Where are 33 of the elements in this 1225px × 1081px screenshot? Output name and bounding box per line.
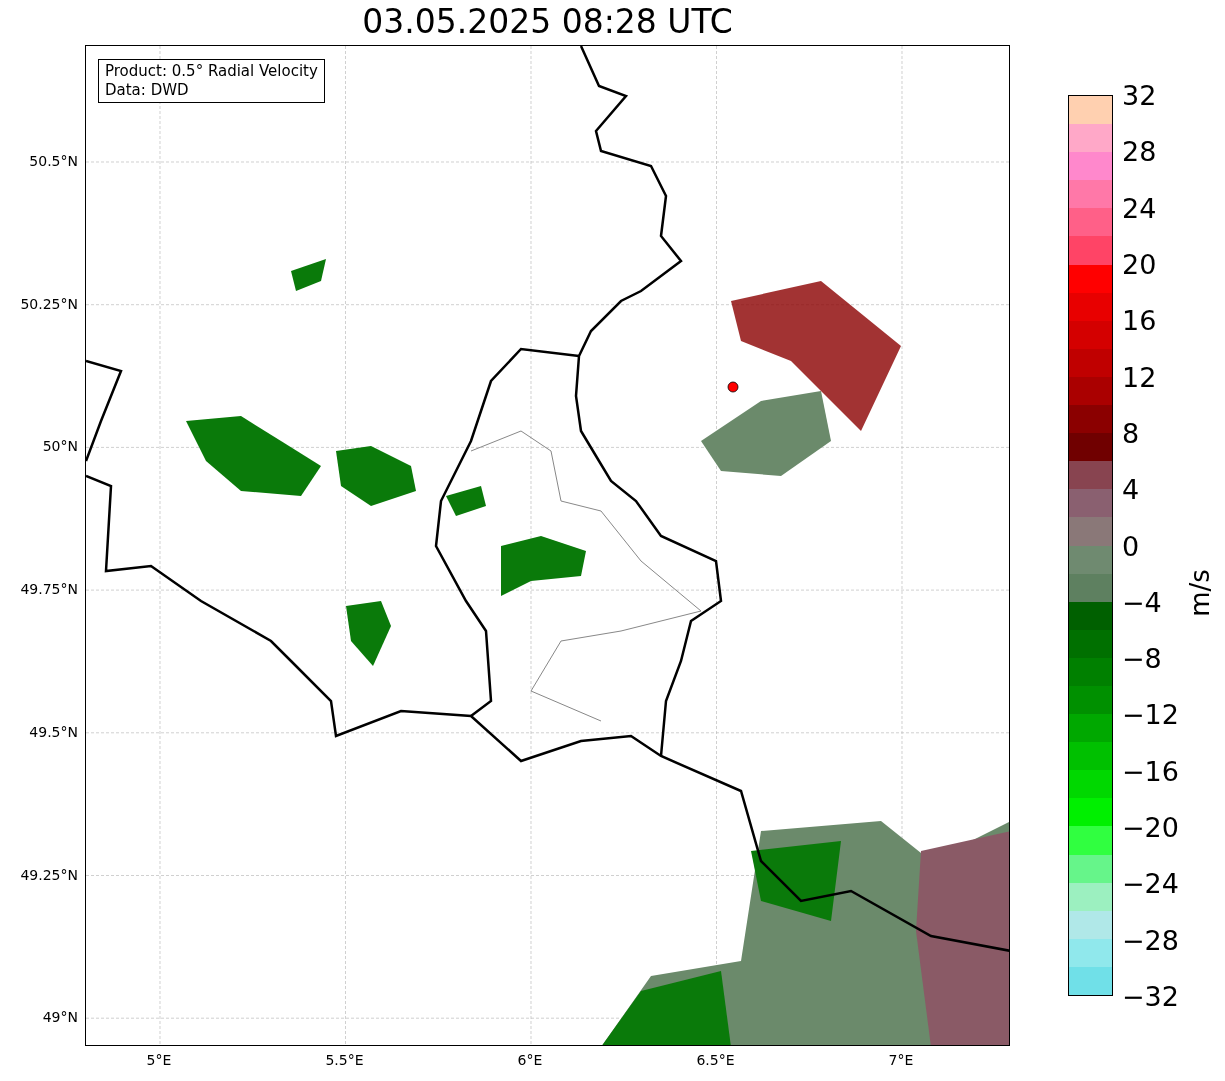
colorbar-tick-label: 16 — [1122, 304, 1157, 336]
longitude-label: 6.5°E — [696, 1052, 735, 1068]
latitude-label: 50.25°N — [20, 295, 78, 312]
latitude-label: 50°N — [42, 438, 78, 455]
colorbar-tick-label: −16 — [1122, 755, 1179, 787]
colorbar-tick-label: 8 — [1122, 417, 1140, 449]
colorbar-tick-label: 4 — [1122, 473, 1140, 505]
colorbar-tick-label: −12 — [1122, 698, 1179, 730]
colorbar-tick-label: 12 — [1122, 361, 1157, 393]
colorbar-tick-label: −8 — [1122, 642, 1162, 674]
colorbar-tick-label: 24 — [1122, 192, 1157, 224]
colorbar-label: m/s — [1185, 569, 1215, 617]
colorbar-tick-label: 20 — [1122, 248, 1157, 280]
latitude-label: 50.5°N — [29, 153, 78, 169]
latitude-label: 49.5°N — [29, 723, 78, 740]
colorbar-tick-label: −4 — [1122, 586, 1162, 618]
legend-text: Product: 0.5° Radial Velocity — [105, 62, 318, 81]
longitude-label: 7°E — [888, 1052, 914, 1068]
colorbar-tick-label: −20 — [1122, 811, 1179, 843]
latitude-label: 49.75°N — [20, 581, 78, 598]
latitude-label: 49°N — [42, 1009, 78, 1026]
longitude-label: 6°E — [517, 1052, 543, 1068]
colorbar-tick-label: −32 — [1122, 980, 1179, 1012]
colorbar-tick-label: −24 — [1122, 867, 1179, 899]
longitude-label: 5°E — [146, 1052, 172, 1068]
colorbar-tick-label: 0 — [1122, 530, 1140, 561]
legend-text: Data: DWD — [105, 81, 190, 100]
chart-title: 03.05.2025 08:28 UTC — [361, 1, 734, 43]
colorbar-tick-label: −28 — [1122, 924, 1179, 956]
colorbar-tick-label: 28 — [1122, 135, 1157, 167]
longitude-label: 5.5°E — [325, 1052, 364, 1068]
colorbar-tick-label: 32 — [1122, 79, 1157, 111]
latitude-label: 49.25°N — [20, 866, 78, 883]
